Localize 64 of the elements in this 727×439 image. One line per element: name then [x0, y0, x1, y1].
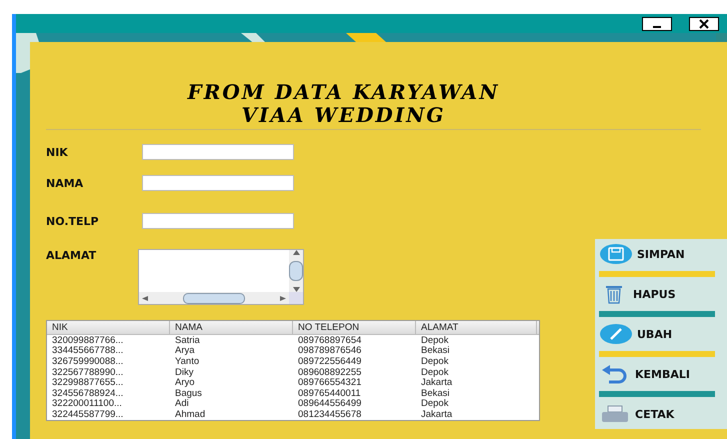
trash-button[interactable]: HAPUS — [599, 282, 676, 306]
table-cell-text: 324556788924... — [51, 388, 124, 399]
input-field[interactable] — [142, 144, 294, 160]
table-cell-text: 334455667788... — [51, 345, 124, 356]
table-cell-text: Yanto — [174, 356, 200, 367]
table-cell-text: 089768897654 — [297, 334, 362, 346]
table-cell-text: Depok — [420, 398, 450, 410]
table-cell-text: 322200011100... — [51, 398, 123, 410]
vertical-scrollbar[interactable] — [289, 250, 303, 292]
pencil-icon — [599, 324, 633, 344]
scroll-right-icon[interactable] — [280, 296, 286, 300]
column-header[interactable]: ALAMAT — [416, 321, 537, 334]
print-button[interactable]: CETAK — [599, 402, 674, 426]
table-cell-text: Bagus — [174, 388, 203, 399]
printer-icon — [599, 404, 631, 424]
table-cell-text: Diky — [174, 366, 194, 378]
field-label: NAMA — [46, 176, 84, 190]
column-header[interactable]: NIK — [47, 321, 170, 334]
table-cell-text: Ahmad — [174, 408, 206, 420]
table-cell-text: 089644556499 — [297, 398, 362, 410]
column-header[interactable]: NO TELEPON — [293, 321, 416, 334]
table-cell-text: 089722556449 — [297, 356, 362, 367]
table-cell-text: Jakarta — [420, 408, 454, 420]
table-cell-text: 081234455678 — [297, 408, 362, 420]
table-cell-text: 322445587799... — [51, 408, 124, 420]
table-cell-text: Depok — [420, 366, 450, 378]
table-cell-text: Arya — [174, 345, 196, 356]
table-cell-text: Jakarta — [420, 377, 454, 388]
edit-button[interactable]: UBAH — [599, 322, 672, 346]
scroll-up-icon[interactable] — [292, 250, 300, 255]
table-cell-text: 089765440011 — [297, 388, 362, 399]
minimize-icon — [653, 26, 661, 28]
table-cell-text: 322567788990... — [51, 366, 124, 378]
table-cell-text: 098789876546 — [297, 345, 362, 356]
table-cell-text: Bekasi — [420, 345, 451, 356]
table-cell-text: 089608892255 — [297, 366, 362, 378]
column-header[interactable]: NAMA — [170, 321, 293, 334]
save-button[interactable]: SIMPAN — [599, 242, 685, 266]
table-cell-text: Adi — [174, 398, 190, 410]
table-cell-text: Depok — [420, 356, 450, 367]
field-label: NO.TELP — [46, 214, 100, 228]
field-label: NIK — [46, 146, 69, 158]
table-cell-text: 320099887766... — [51, 334, 124, 346]
close-icon — [697, 18, 711, 28]
floppy-disk-icon — [599, 244, 633, 264]
input-field[interactable] — [142, 213, 294, 229]
horizontal-scrollbar[interactable] — [139, 292, 289, 304]
close-button[interactable] — [689, 16, 719, 30]
table-cell-text: Satria — [174, 334, 201, 346]
field-label: ALAMAT — [46, 249, 98, 262]
input-field[interactable] — [142, 175, 294, 191]
scroll-left-icon[interactable] — [142, 296, 148, 300]
table-cell-text: Bekasi — [420, 388, 451, 399]
table-cell-text: 322998877655... — [51, 377, 124, 388]
address-text-area[interactable] — [138, 249, 304, 305]
table-cell-text: 326759990088... — [51, 356, 124, 367]
table-cell-text: Depok — [420, 334, 450, 346]
table-cell-text: 089766554321 — [297, 377, 362, 388]
minimize-button[interactable] — [642, 16, 672, 30]
table-cell-text: Aryo — [174, 377, 196, 388]
form-title: VIAA WEDDING — [240, 104, 446, 127]
scroll-down-icon[interactable] — [292, 287, 300, 292]
undo-button[interactable]: KEMBALI — [599, 362, 690, 386]
form-title: FROM DATA KARYAWAN — [186, 81, 500, 104]
